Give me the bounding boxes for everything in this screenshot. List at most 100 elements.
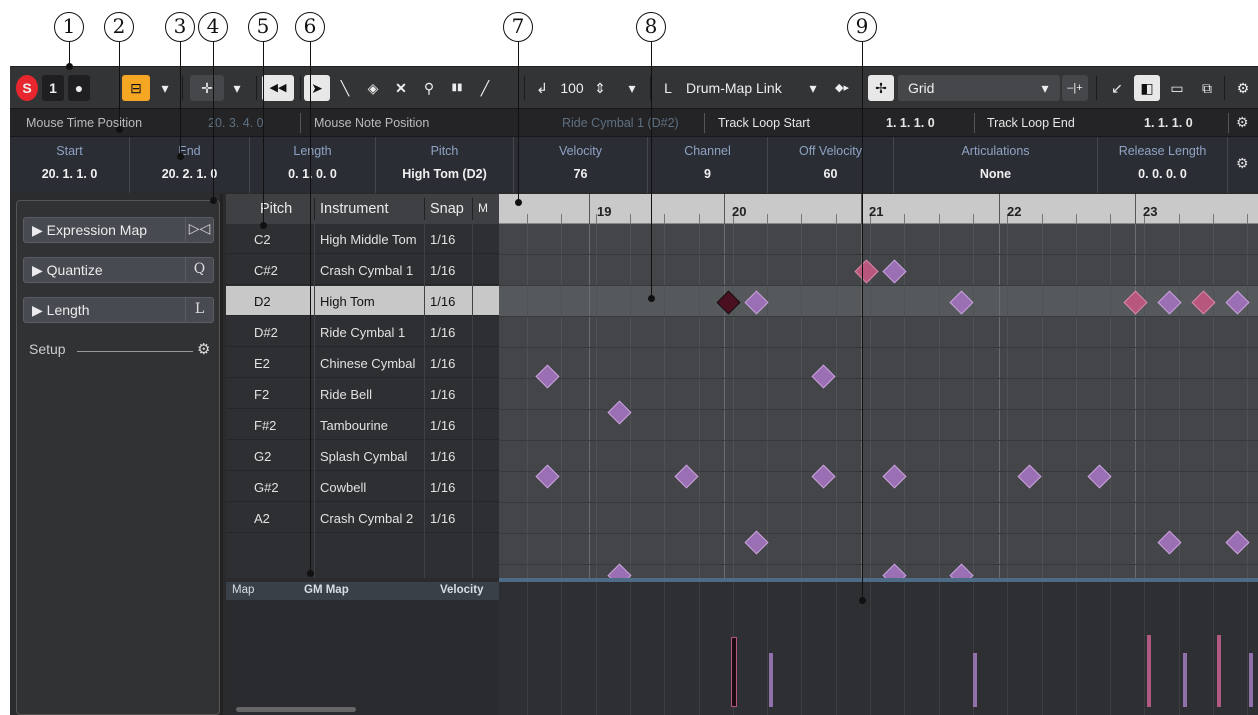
drum-note[interactable] bbox=[810, 363, 836, 389]
snap-grid-icon[interactable]: ✢ bbox=[868, 75, 894, 101]
velocity-bar[interactable] bbox=[731, 637, 737, 707]
quantize-link-chevron-icon[interactable]: ▾ bbox=[804, 75, 822, 101]
drum-row[interactable]: C2 High Middle Tom 1/16 bbox=[226, 224, 499, 254]
velocity-field[interactable]: Velocity 76 bbox=[514, 137, 648, 193]
velocity-bar[interactable] bbox=[973, 653, 977, 707]
drum-note[interactable] bbox=[534, 363, 560, 389]
drum-note[interactable] bbox=[881, 463, 907, 489]
drum-note[interactable] bbox=[673, 463, 699, 489]
drum-note[interactable] bbox=[534, 463, 560, 489]
drum-row[interactable]: F2 Ride Bell 1/16 bbox=[226, 379, 499, 409]
object-select-tool[interactable]: ➤ bbox=[304, 75, 330, 101]
expression-map-icon[interactable]: ▷◁ bbox=[185, 217, 213, 243]
length-section[interactable]: ▶ Length L bbox=[23, 297, 214, 323]
horizontal-scrollbar[interactable] bbox=[236, 707, 356, 712]
length-field[interactable]: Length 0. 1. 0. 0 bbox=[250, 137, 376, 193]
record-button[interactable]: ● bbox=[68, 75, 90, 101]
end-value[interactable]: 20. 2. 1. 0 bbox=[130, 167, 249, 181]
track-loop-end-value[interactable]: 1. 1. 1. 0 bbox=[1144, 116, 1193, 130]
erase-tool[interactable]: ◈ bbox=[360, 75, 386, 101]
window-out-icon[interactable]: ⧉ bbox=[1194, 75, 1220, 101]
instrument-column-header[interactable]: Instrument bbox=[320, 201, 389, 217]
expression-map-section[interactable]: ▶ Expression Map ▷◁ bbox=[23, 217, 214, 243]
channel-field[interactable]: Channel 9 bbox=[648, 137, 768, 193]
eventinfo-settings-gear-icon[interactable]: ⚙ bbox=[1236, 155, 1249, 172]
infoline-settings-gear-icon[interactable]: ⚙ bbox=[1236, 114, 1249, 131]
column-divider[interactable] bbox=[472, 198, 473, 220]
end-field[interactable]: End 20. 2. 1. 0 bbox=[130, 137, 250, 193]
settings-gear-icon[interactable]: ⚙ bbox=[1230, 75, 1256, 101]
drum-row[interactable]: C#2 Crash Cymbal 1 1/16 bbox=[226, 255, 499, 285]
drum-note[interactable] bbox=[881, 562, 907, 578]
start-value[interactable]: 20. 1. 1. 0 bbox=[10, 167, 129, 181]
drum-note-display[interactable]: 19 20 21 22 23 bbox=[499, 194, 1258, 578]
drum-note[interactable] bbox=[881, 258, 907, 284]
drum-note[interactable] bbox=[948, 562, 974, 578]
speaker-icon[interactable]: ◀◀ bbox=[262, 75, 294, 101]
one-button[interactable]: 1 bbox=[42, 75, 64, 101]
off-velocity-value[interactable]: 60 bbox=[768, 167, 893, 181]
insert-velocity-value[interactable]: 100 bbox=[554, 75, 590, 101]
drum-row[interactable]: G#2 Cowbell 1/16 bbox=[226, 472, 499, 502]
auto-scroll-dropdown[interactable]: ▾ bbox=[154, 75, 176, 101]
column-divider[interactable] bbox=[424, 198, 425, 220]
grid-type-chevron-icon[interactable]: ▾ bbox=[1034, 75, 1056, 101]
drum-row[interactable]: E2 Chinese Cymbal 1/16 bbox=[226, 348, 499, 378]
velocity-bar[interactable] bbox=[1183, 653, 1187, 707]
velocity-bar[interactable] bbox=[1147, 635, 1151, 707]
quantize-icon[interactable]: Q bbox=[185, 257, 213, 283]
drum-note[interactable] bbox=[606, 399, 632, 425]
zoom-tool[interactable]: ⚲ bbox=[416, 75, 442, 101]
drum-note[interactable] bbox=[853, 258, 879, 284]
view-in-icon[interactable]: ↙ bbox=[1104, 75, 1130, 101]
step-dropdown[interactable]: ▾ bbox=[226, 75, 248, 101]
step-input-button[interactable]: ✛ bbox=[190, 75, 224, 101]
velocity-value[interactable]: 76 bbox=[514, 167, 647, 181]
velocity-bar[interactable] bbox=[769, 653, 773, 707]
pitch-field[interactable]: Pitch High Tom (D2) bbox=[376, 137, 514, 193]
pitch-column-header[interactable]: Pitch bbox=[260, 201, 292, 217]
snap-arrows-button[interactable]: ◆▸ bbox=[828, 75, 856, 101]
release-length-value[interactable]: 0. 0. 0. 0 bbox=[1098, 167, 1227, 181]
off-velocity-field[interactable]: Off Velocity 60 bbox=[768, 137, 894, 193]
drum-row[interactable]: G2 Splash Cymbal 1/16 bbox=[226, 441, 499, 471]
drum-note[interactable] bbox=[606, 562, 632, 578]
mute-tool[interactable]: ▮▮ bbox=[444, 75, 470, 101]
velocity-bar[interactable] bbox=[1249, 653, 1253, 707]
drum-note[interactable] bbox=[1016, 463, 1042, 489]
controller-lane-display[interactable] bbox=[499, 578, 1258, 715]
drum-row[interactable]: D#2 Ride Cymbal 1 1/16 bbox=[226, 317, 499, 347]
drum-row[interactable]: A2 Crash Cymbal 2 1/16 bbox=[226, 503, 499, 533]
quantize-link-select[interactable]: Drum-Map Link bbox=[680, 75, 820, 101]
track-loop-start-value[interactable]: 1. 1. 1. 0 bbox=[886, 116, 935, 130]
more-column-header[interactable]: M bbox=[478, 201, 488, 215]
snap-column-header[interactable]: Snap bbox=[430, 201, 464, 217]
velocity-lane-label[interactable]: Velocity bbox=[440, 584, 483, 596]
channel-value[interactable]: 9 bbox=[648, 167, 767, 181]
column-divider[interactable] bbox=[314, 198, 315, 220]
lower-zone-toggle-icon[interactable]: ▭ bbox=[1164, 75, 1190, 101]
auto-scroll-button[interactable]: ⊟ bbox=[122, 75, 150, 101]
drum-row[interactable]: F#2 Tambourine 1/16 bbox=[226, 410, 499, 440]
release-length-field[interactable]: Release Length 0. 0. 0. 0 bbox=[1098, 137, 1228, 193]
start-field[interactable]: Start 20. 1. 1. 0 bbox=[10, 137, 130, 193]
setup-gear-icon[interactable]: ⚙ bbox=[197, 340, 210, 358]
grid-offset-button[interactable]: –|+ bbox=[1062, 75, 1088, 101]
line-tool[interactable]: ╱ bbox=[472, 75, 498, 101]
drum-map-select[interactable]: GM Map bbox=[304, 584, 349, 596]
pitch-value[interactable]: High Tom (D2) bbox=[376, 167, 513, 181]
length-value[interactable]: 0. 1. 0. 0 bbox=[250, 167, 375, 181]
velocity-bar[interactable] bbox=[1217, 635, 1221, 707]
ruler[interactable]: 19 20 21 22 23 bbox=[499, 194, 1258, 224]
length-icon[interactable]: L bbox=[185, 297, 213, 323]
drum-row[interactable]: D2 High Tom 1/16 bbox=[226, 286, 499, 316]
snap-icon[interactable]: L bbox=[658, 75, 678, 101]
delete-tool[interactable]: ✕ bbox=[388, 75, 414, 101]
articulations-field[interactable]: Articulations None bbox=[894, 137, 1098, 193]
drum-note[interactable] bbox=[810, 463, 836, 489]
solo-button[interactable]: S bbox=[16, 75, 38, 101]
left-zone-toggle-icon[interactable]: ◧ bbox=[1134, 75, 1160, 101]
articulations-value[interactable]: None bbox=[894, 167, 1097, 181]
velocity-updown-icon[interactable]: ⇕ bbox=[592, 75, 608, 101]
quantize-section[interactable]: ▶ Quantize Q bbox=[23, 257, 214, 283]
